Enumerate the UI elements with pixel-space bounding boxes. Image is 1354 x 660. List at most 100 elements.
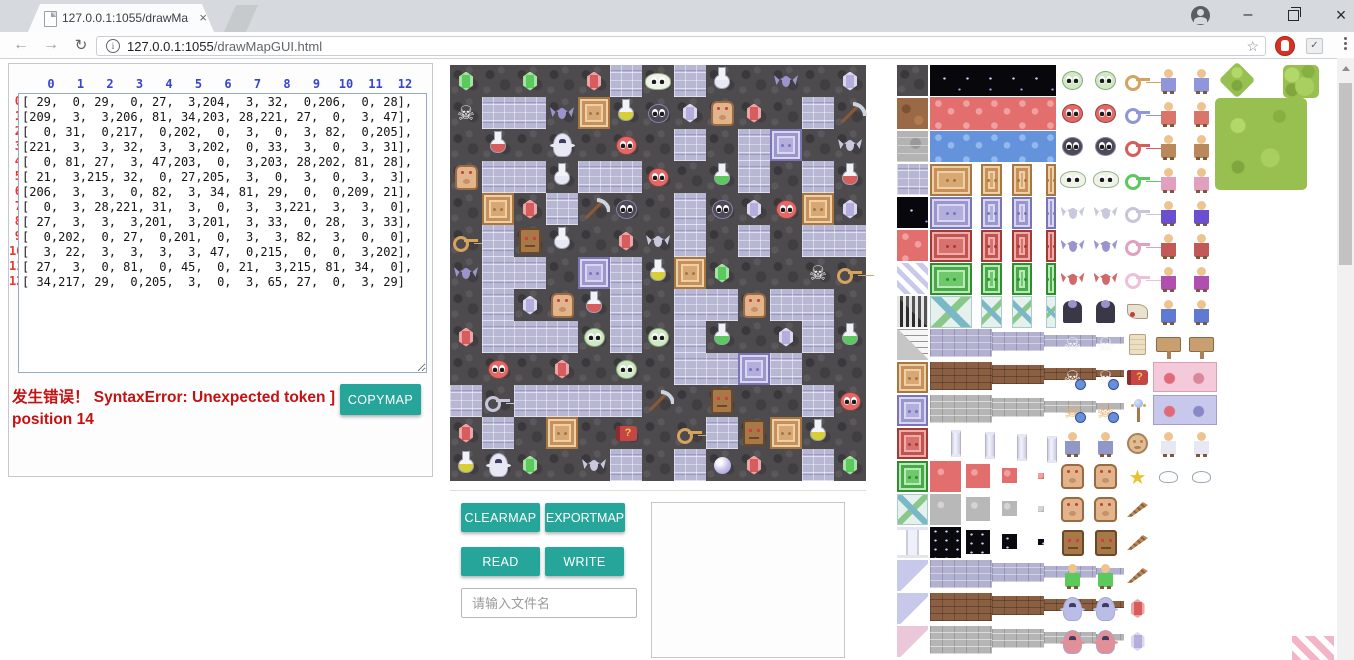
reload-button[interactable]: ↻ — [68, 33, 94, 57]
map-tile — [674, 65, 706, 97]
map-tile — [738, 353, 770, 385]
forward-button[interactable]: → — [38, 33, 64, 57]
map-tile — [642, 417, 674, 449]
skelshield-icon: ☠ — [1057, 362, 1088, 393]
filename-input[interactable] — [461, 588, 637, 618]
scrollh-icon — [1127, 304, 1148, 319]
blob-icon — [1192, 471, 1211, 483]
ghost-icon — [1096, 630, 1115, 654]
tileset-sprite-key — [1122, 230, 1153, 261]
tileset-tile — [1012, 296, 1032, 328]
golem-icon — [1094, 464, 1117, 489]
map-canvas[interactable]: ☠ ☠? — [450, 65, 866, 481]
tileset-sprite-bat — [1090, 197, 1121, 228]
tileset-sprite-scrollh — [1122, 296, 1153, 327]
map-tile — [610, 193, 642, 225]
close-button[interactable]: × — [1325, 0, 1354, 30]
map-tile — [770, 417, 802, 449]
ball-sprite — [616, 136, 637, 155]
tileset-tile — [1038, 539, 1044, 545]
menu-icon[interactable] — [1344, 37, 1347, 40]
hum-icon — [1098, 432, 1113, 455]
ball-icon — [1062, 71, 1083, 90]
gem-sprite — [459, 72, 473, 91]
tileset-sprite-golem — [1090, 494, 1121, 525]
clearmap-button[interactable]: CLEARMAP — [461, 503, 540, 532]
tileset-sprite-bat — [1090, 263, 1121, 294]
gem-sprite — [459, 328, 473, 347]
scrollbar-up-arrow-icon[interactable] — [1342, 66, 1350, 71]
flask-sprite — [458, 458, 474, 473]
adblock-extension-icon[interactable] — [1275, 36, 1295, 56]
book-sprite: ? — [616, 426, 637, 441]
map-tile — [738, 289, 770, 321]
vamp-icon — [1063, 301, 1082, 323]
tileset-tile — [897, 626, 928, 657]
copymap-button[interactable]: COPYMAP — [340, 384, 421, 415]
map-tile — [514, 97, 546, 129]
profile-icon[interactable] — [1191, 6, 1210, 25]
tileset-sprite-book: ? — [1122, 362, 1153, 393]
key-icon — [1125, 140, 1151, 153]
tileset-sprite-hum — [1186, 230, 1217, 261]
tileset-sprite-scepter — [1122, 395, 1153, 426]
address-bar[interactable]: i 127.0.0.1:1055/drawMapGUI.html ☆ — [96, 36, 1266, 56]
read-button[interactable]: READ — [461, 547, 540, 576]
tileset-sprite-key — [1122, 197, 1153, 228]
wing-icon — [1127, 535, 1148, 550]
skeleton-sprite: ☠ — [802, 257, 834, 289]
page-favicon-icon — [44, 11, 57, 27]
browser-tab[interactable]: 127.0.0.1:1055/drawMa × — [28, 4, 214, 32]
tab-title: 127.0.0.1:1055/drawMa — [62, 11, 196, 25]
sign-icon — [1156, 337, 1181, 352]
map-tile — [450, 65, 482, 97]
tileset-sprite-pillar — [1006, 432, 1037, 463]
minimize-button[interactable]: – — [1232, 0, 1264, 30]
ghost-icon — [1063, 597, 1082, 621]
hum-icon — [1161, 234, 1176, 257]
map-tile — [546, 321, 578, 353]
map-tile — [642, 289, 674, 321]
info-icon[interactable]: i — [106, 39, 120, 53]
tileset-sprite-ball — [1090, 65, 1121, 96]
restore-button[interactable] — [1277, 0, 1309, 30]
blob-icon — [1159, 471, 1178, 483]
map-tile — [770, 97, 802, 129]
map-tile — [674, 449, 706, 481]
tab-close-icon[interactable]: × — [199, 10, 207, 25]
map-tile — [642, 161, 674, 193]
map-tile — [802, 65, 834, 97]
bookmark-star-icon[interactable]: ☆ — [1246, 38, 1259, 55]
map-tile — [706, 289, 738, 321]
tileset-tile — [1044, 566, 1096, 578]
map-data-textarea[interactable] — [18, 93, 427, 373]
map-tile — [706, 321, 738, 353]
ball-icon — [1095, 104, 1116, 123]
page-scrollbar-thumb[interactable] — [1339, 83, 1352, 265]
key-icon — [1125, 272, 1151, 285]
tileset-tile — [930, 197, 972, 229]
ball-icon — [1095, 137, 1116, 156]
map-tile — [546, 97, 578, 129]
write-button[interactable]: WRITE — [545, 547, 624, 576]
col-header: 12 — [394, 77, 416, 91]
map-tile — [802, 449, 834, 481]
map-tile — [482, 193, 514, 225]
pillar-icon — [1047, 436, 1057, 463]
map-tile: ☠ — [450, 97, 482, 129]
tileset-tile — [981, 197, 1002, 229]
gem-sprite — [459, 424, 473, 443]
back-button[interactable]: ← — [8, 33, 34, 57]
skeleton-icon: ☠ — [1057, 329, 1088, 360]
tileset-sprite-blob — [1153, 461, 1184, 492]
map-tile — [642, 129, 674, 161]
tileset-tile — [1044, 368, 1096, 380]
checkmark-extension-icon[interactable]: ✓ — [1306, 38, 1323, 54]
map-tile — [546, 225, 578, 257]
exportmap-button[interactable]: EXPORTMAP — [545, 503, 625, 532]
map-tile — [610, 321, 642, 353]
new-tab-button[interactable] — [224, 5, 258, 32]
map-tile — [610, 353, 642, 385]
map-tile — [706, 129, 738, 161]
map-tile — [738, 65, 770, 97]
